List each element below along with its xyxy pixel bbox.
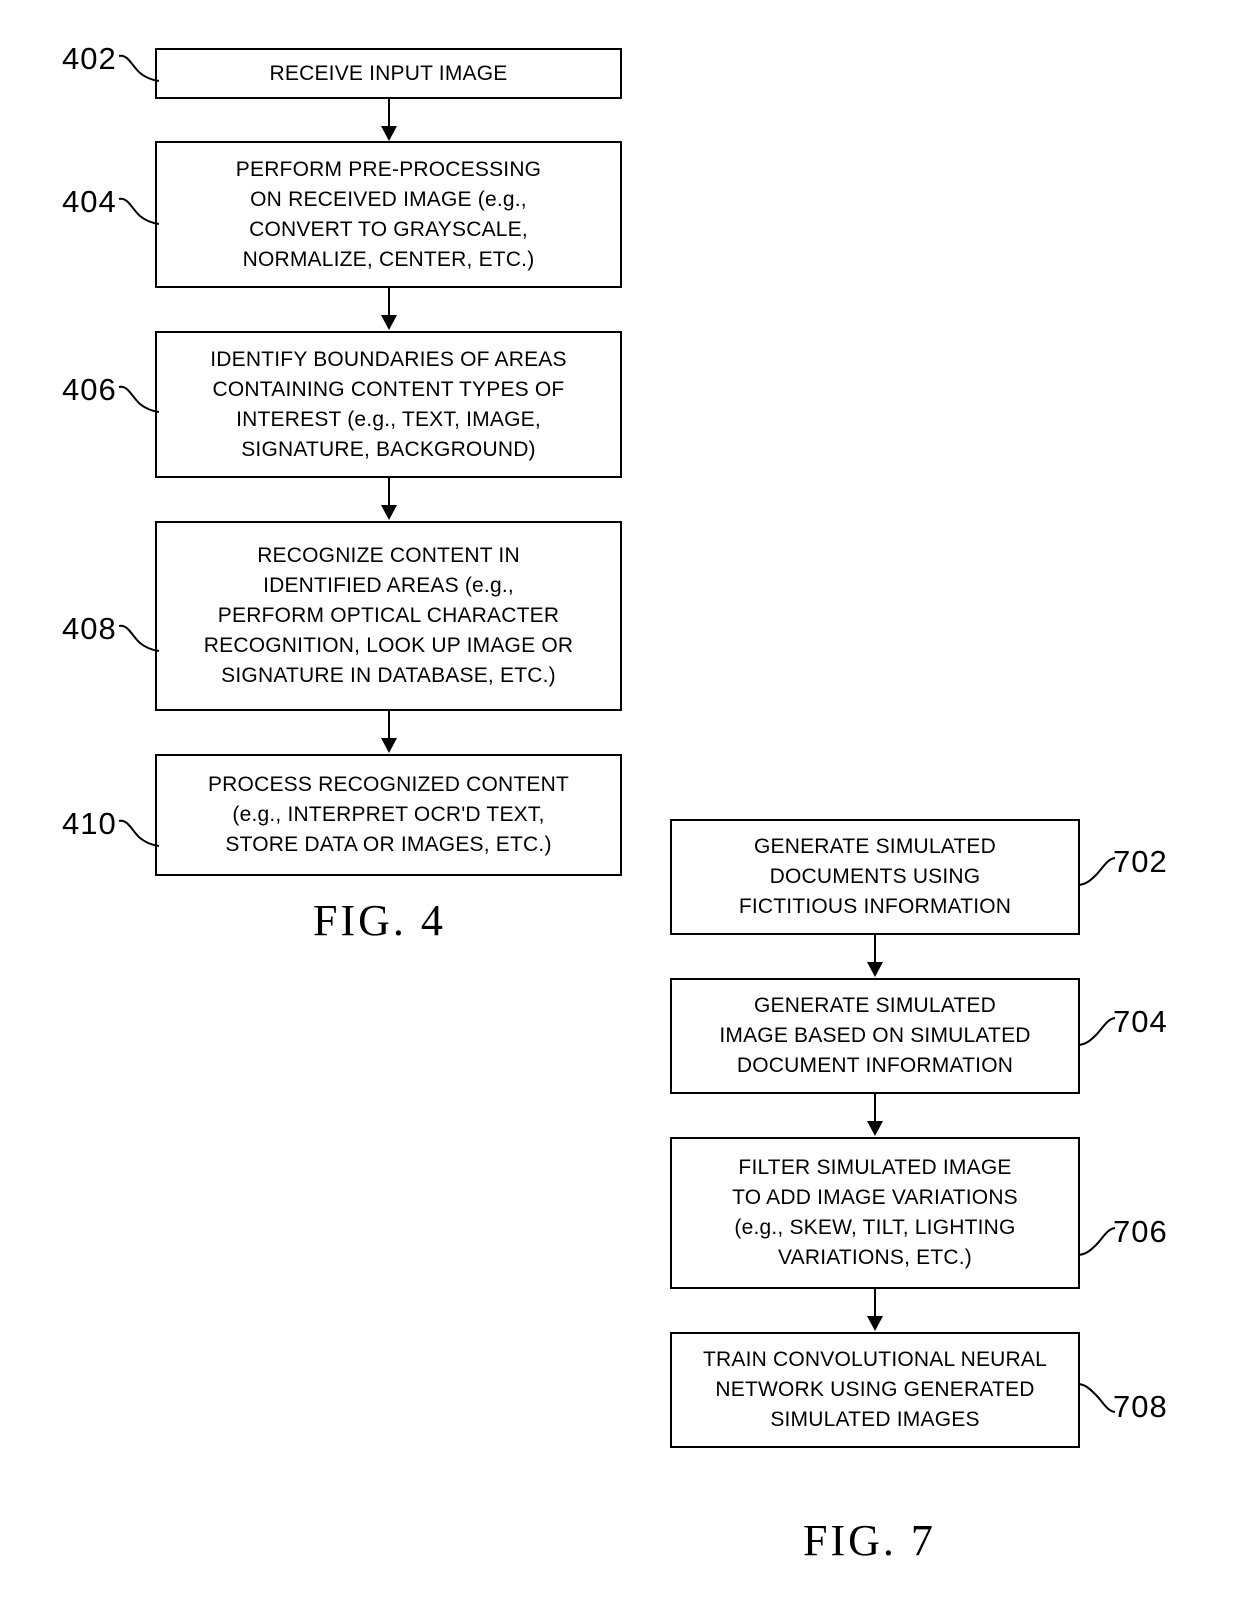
reference-numeral-708: 708 (1113, 1389, 1168, 1424)
connector-402-404 (388, 99, 390, 129)
process-box-404-line-3: CONVERT TO GRAYSCALE, (249, 217, 528, 241)
reference-numeral-410: 410 (62, 806, 117, 841)
connector-408-410 (388, 711, 390, 741)
process-box-708: TRAIN CONVOLUTIONAL NEURAL NETWORK USING… (670, 1332, 1080, 1448)
process-box-408-line-2: IDENTIFIED AREAS (e.g., (263, 574, 514, 597)
process-box-406-line-1: IDENTIFY BOUNDARIES OF AREAS (210, 347, 567, 371)
connector-706-708 (874, 1289, 876, 1319)
process-box-706-line-1: FILTER SIMULATED IMAGE (738, 1156, 1012, 1179)
process-box-404-line-1: PERFORM PRE-PROCESSING (235, 157, 542, 181)
arrowhead-706-708 (867, 1316, 883, 1331)
leader-line-404 (118, 195, 160, 227)
connector-702-704 (874, 935, 876, 965)
process-box-704-line-2: IMAGE BASED ON SIMULATED (719, 1024, 1031, 1047)
process-box-708-line-2: NETWORK USING GENERATED (715, 1378, 1035, 1401)
process-box-704: GENERATE SIMULATED IMAGE BASED ON SIMULA… (670, 978, 1080, 1094)
process-box-702: GENERATE SIMULATED DOCUMENTS USING FICTI… (670, 819, 1080, 935)
process-box-402: RECEIVE INPUT IMAGE (155, 48, 622, 99)
process-box-404: PERFORM PRE-PROCESSING ON RECEIVED IMAGE… (155, 141, 622, 288)
arrowhead-404-406 (381, 315, 397, 330)
leader-line-704 (1078, 1016, 1116, 1048)
reference-numeral-406: 406 (62, 372, 117, 407)
process-box-704-line-1: GENERATE SIMULATED (753, 994, 997, 1017)
process-box-406: IDENTIFY BOUNDARIES OF AREAS CONTAINING … (155, 331, 622, 478)
process-box-702-line-1: GENERATE SIMULATED (753, 835, 997, 858)
connector-704-706 (874, 1094, 876, 1124)
process-box-706: FILTER SIMULATED IMAGE TO ADD IMAGE VARI… (670, 1137, 1080, 1289)
process-box-406-line-3: INTEREST (e.g., TEXT, IMAGE, (236, 407, 541, 431)
connector-404-406 (388, 288, 390, 318)
reference-numeral-402: 402 (62, 41, 117, 76)
process-box-410: PROCESS RECOGNIZED CONTENT (e.g., INTERP… (155, 754, 622, 876)
process-box-410-line-3: STORE DATA OR IMAGES, ETC.) (225, 833, 552, 856)
arrowhead-402-404 (381, 126, 397, 141)
leader-line-702 (1078, 856, 1116, 888)
process-box-404-line-2: ON RECEIVED IMAGE (e.g., (250, 187, 527, 211)
leader-line-410 (118, 817, 160, 849)
process-box-702-line-3: FICTITIOUS INFORMATION (738, 895, 1012, 918)
reference-numeral-702: 702 (1113, 844, 1168, 879)
process-box-408-line-1: RECOGNIZE CONTENT IN (257, 544, 520, 567)
process-box-408-line-4: RECOGNITION, LOOK UP IMAGE OR (203, 634, 574, 657)
process-box-410-line-1: PROCESS RECOGNIZED CONTENT (207, 773, 570, 796)
reference-numeral-704: 704 (1113, 1004, 1168, 1039)
figure-caption-fig-7: FIG. 7 (803, 1516, 936, 1565)
arrowhead-702-704 (867, 962, 883, 977)
process-box-706-line-4: VARIATIONS, ETC.) (778, 1246, 972, 1269)
leader-line-706 (1078, 1226, 1116, 1258)
leader-line-402 (118, 52, 160, 84)
leader-line-408 (118, 622, 160, 654)
process-box-404-line-4: NORMALIZE, CENTER, ETC.) (242, 247, 535, 271)
process-box-406-line-2: CONTAINING CONTENT TYPES OF (212, 377, 565, 401)
process-box-410-line-2: (e.g., INTERPRET OCR'D TEXT, (232, 803, 545, 826)
process-box-708-line-3: SIMULATED IMAGES (770, 1408, 980, 1431)
process-box-406-line-4: SIGNATURE, BACKGROUND) (241, 437, 536, 461)
reference-numeral-408: 408 (62, 611, 117, 646)
arrowhead-406-408 (381, 505, 397, 520)
process-box-408-line-5: SIGNATURE IN DATABASE, ETC.) (221, 664, 556, 687)
process-box-706-line-2: TO ADD IMAGE VARIATIONS (732, 1186, 1018, 1209)
patent-drawing-sheet: RECEIVE INPUT IMAGE 402 PERFORM PRE-PROC… (0, 0, 1240, 1616)
figure-caption-fig-4: FIG. 4 (313, 896, 446, 945)
process-box-706-line-3: (e.g., SKEW, TILT, LIGHTING (734, 1216, 1016, 1239)
process-box-708-line-1: TRAIN CONVOLUTIONAL NEURAL (703, 1348, 1047, 1371)
reference-numeral-706: 706 (1113, 1214, 1168, 1249)
process-box-402-line-1: RECEIVE INPUT IMAGE (269, 61, 508, 85)
process-box-702-line-2: DOCUMENTS USING (769, 865, 981, 888)
process-box-704-line-3: DOCUMENT INFORMATION (736, 1054, 1014, 1077)
process-box-408: RECOGNIZE CONTENT IN IDENTIFIED AREAS (e… (155, 521, 622, 711)
reference-numeral-404: 404 (62, 184, 117, 219)
leader-line-406 (118, 383, 160, 415)
connector-406-408 (388, 478, 390, 508)
arrowhead-408-410 (381, 738, 397, 753)
process-box-408-line-3: PERFORM OPTICAL CHARACTER (217, 604, 560, 627)
arrowhead-704-706 (867, 1121, 883, 1136)
leader-line-708 (1078, 1382, 1116, 1414)
